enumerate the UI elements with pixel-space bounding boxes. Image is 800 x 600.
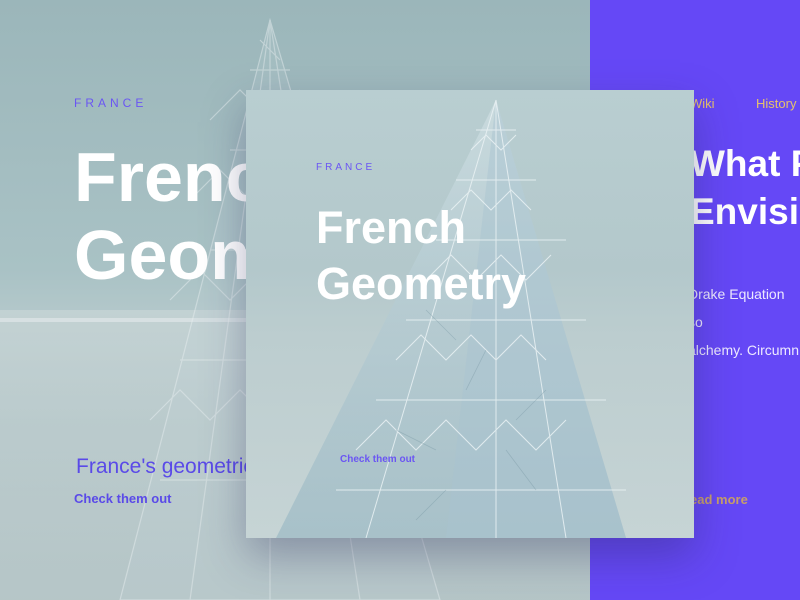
background-description: France's geometric <box>76 455 254 478</box>
read-more-link[interactable]: ead more <box>690 492 748 507</box>
card-sculpture-image <box>276 99 626 538</box>
purple-body-text: Drake Equation so alchemy. Circumn <box>688 286 799 358</box>
card-title: French Geometry <box>316 202 527 309</box>
background-check-link[interactable]: Check them out <box>74 491 172 506</box>
background-eyebrow: FRANCE <box>74 96 148 110</box>
card-eyebrow: FRANCE <box>316 162 376 173</box>
card-check-link[interactable]: Check them out <box>340 454 415 465</box>
nav-link-history[interactable]: History <box>756 96 796 111</box>
feature-card[interactable]: FRANCE French Geometry Check them out <box>246 90 694 538</box>
purple-heading: What P Envision <box>690 143 800 232</box>
